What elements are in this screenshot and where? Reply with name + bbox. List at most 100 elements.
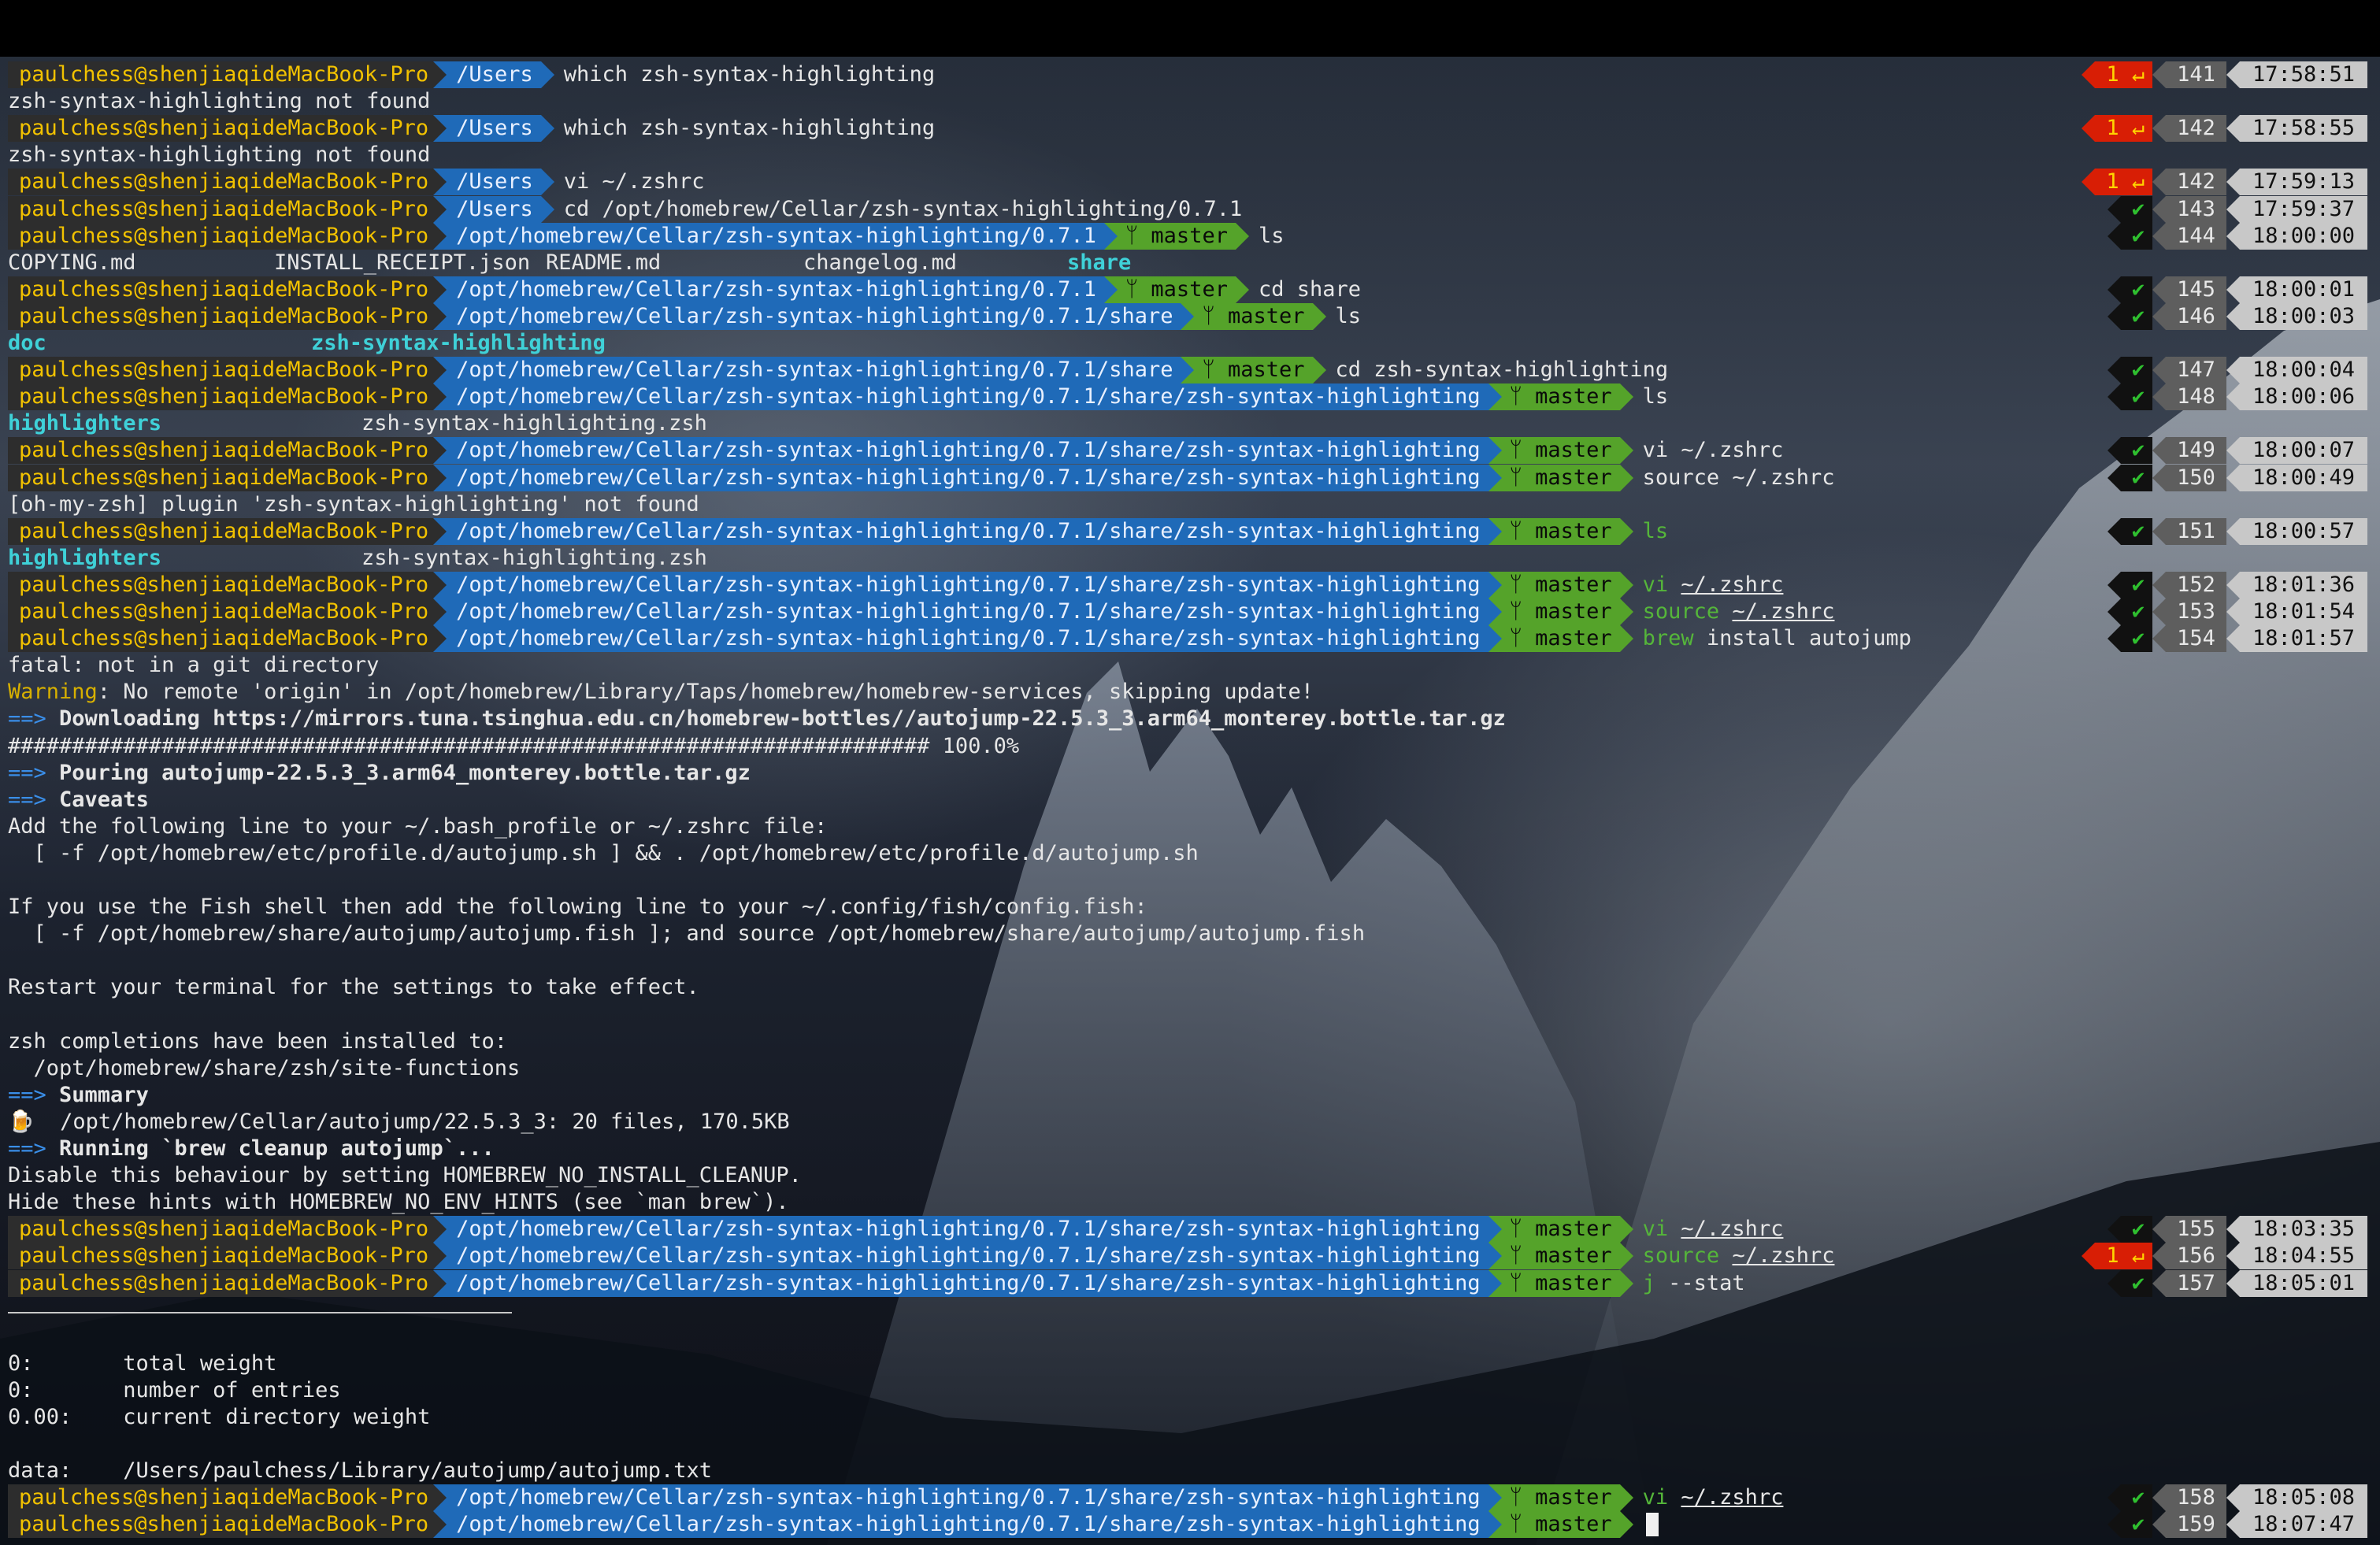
branch-icon: ᛘ [1125, 223, 1139, 248]
branch-name: master [1151, 276, 1228, 302]
output-line: doc zsh-syntax-highlighting [8, 330, 1583, 357]
right-prompt: 1 ↵ 142 17:58:55 [2082, 115, 2367, 143]
check-icon: ✔ [2120, 437, 2153, 465]
output-part: ==> [8, 706, 46, 732]
timestamp: 18:01:36 [2239, 571, 2367, 598]
segment-arrow [1488, 464, 1502, 491]
branch-icon: ᛘ [1509, 465, 1522, 490]
segment-arrow [1488, 1511, 1502, 1539]
history-number: 155 [2166, 1216, 2226, 1243]
prompt-user: paulchess@shenjiaqideMacBook-Pro [8, 169, 434, 196]
command-part: vi [1642, 1485, 1669, 1510]
segment-arrow [433, 598, 447, 625]
prompt-line: paulchess@shenjiaqideMacBook-Pro/opt/hom… [8, 598, 1834, 625]
exit-status-error: 1 ↵ [2095, 115, 2153, 143]
command-part [1719, 1243, 1732, 1268]
command-part: cd /opt/homebrew/Cellar/zsh-syntax-highl… [563, 196, 1243, 221]
command-text: j --stat [1633, 1270, 1745, 1297]
git-branch: ᛘ master [1501, 437, 1620, 465]
command-text: vi ~/.zshrc [1633, 1484, 1784, 1511]
command-part: ~/.zshrc [1732, 599, 1835, 624]
command-text: brew install autojump [1633, 625, 1911, 652]
segment-arrow [1488, 517, 1502, 545]
prompt-user: paulchess@shenjiaqideMacBook-Pro [8, 222, 434, 250]
segment-arrow [1488, 1484, 1502, 1512]
terminal-window[interactable]: paulchess@shenjiaqideMacBook-Pro/Users wh… [0, 0, 2380, 1545]
timestamp: 18:00:49 [2239, 464, 2367, 491]
right-prompt: ✔ 147 18:00:04 [2107, 357, 2367, 384]
segment-arrow [1488, 437, 1502, 465]
segment-arrow [433, 1269, 447, 1297]
segment-arrow [1312, 357, 1326, 384]
timestamp: 18:00:01 [2239, 276, 2367, 303]
timestamp: 18:00:07 [2239, 437, 2367, 465]
output-line: ==> Running `brew cleanup autojump`... [8, 1136, 495, 1162]
segment-arrow [2107, 1216, 2121, 1243]
history-number: 157 [2166, 1269, 2226, 1297]
ls-file: INSTALL_RECEIPT.json [274, 250, 531, 275]
git-branch: ᛘ master [1501, 1216, 1620, 1243]
command-part: brew [1642, 626, 1694, 651]
segment-arrow [2226, 1243, 2240, 1270]
right-prompt: ✔ 148 18:00:06 [2107, 383, 2367, 411]
segment-arrow [433, 169, 447, 196]
ls-directory: zsh-syntax-highlighting [311, 331, 606, 355]
segment-arrow [2226, 598, 2240, 625]
prompt-user: paulchess@shenjiaqideMacBook-Pro [8, 1216, 434, 1243]
command-text: vi ~/.zshrc [1633, 437, 1784, 464]
prompt-path: /opt/homebrew/Cellar/zsh-syntax-highligh… [447, 1216, 1488, 1243]
prompt-user: paulchess@shenjiaqideMacBook-Pro [8, 1484, 434, 1512]
output-part: : No remote 'origin' in /opt/homebrew/Li… [97, 680, 1314, 705]
command-part: ~/.zshrc [1732, 1243, 1835, 1269]
output-line: If you use the Fish shell then add the f… [8, 895, 1147, 920]
branch-icon: ᛘ [1202, 358, 1215, 383]
git-branch: ᛘ master [1501, 1269, 1620, 1297]
segment-arrow [1488, 1243, 1502, 1270]
prompt-line: paulchess@shenjiaqideMacBook-Pro/opt/hom… [8, 1511, 1643, 1539]
git-branch: ᛘ master [1117, 276, 1236, 303]
segment-arrow [2226, 437, 2240, 465]
timestamp: 18:01:57 [2239, 625, 2367, 653]
segment-arrow [1619, 598, 1633, 625]
check-icon: ✔ [2120, 464, 2153, 491]
prompt-line: paulchess@shenjiaqideMacBook-Pro/Users vi… [8, 169, 705, 196]
command-text: cd share [1249, 276, 1361, 303]
timestamp: 17:58:55 [2239, 115, 2367, 143]
output-line: zsh-syntax-highlighting not found [8, 143, 431, 168]
prompt-line: paulchess@shenjiaqideMacBook-Pro/Users cd… [8, 195, 1243, 223]
right-prompt: 1 ↵ 141 17:58:51 [2082, 61, 2367, 88]
prompt-user: paulchess@shenjiaqideMacBook-Pro [8, 437, 434, 465]
terminal-cursor [1646, 1513, 1659, 1537]
timestamp: 17:59:13 [2239, 169, 2367, 196]
timestamp: 18:04:55 [2239, 1243, 2367, 1270]
output-line: Disable this behaviour by setting HOMEBR… [8, 1163, 802, 1188]
segment-arrow [433, 357, 447, 384]
history-number: 145 [2166, 276, 2226, 303]
ls-file: zsh-syntax-highlighting.zsh [361, 411, 707, 436]
segment-arrow [1181, 357, 1195, 384]
command-text: which zsh-syntax-highlighting [554, 61, 935, 88]
prompt-path: /Users [447, 115, 541, 143]
segment-arrow [1619, 383, 1633, 411]
prompt-path: /opt/homebrew/Cellar/zsh-syntax-highligh… [447, 1484, 1488, 1512]
command-text: cd zsh-syntax-highlighting [1326, 357, 1669, 383]
output-line: ==> Downloading https://mirrors.tuna.tsi… [8, 706, 1506, 732]
git-branch: ᛘ master [1501, 517, 1620, 545]
command-text: ls [1249, 223, 1285, 250]
timestamp: 17:58:51 [2239, 61, 2367, 88]
git-branch: ᛘ master [1501, 1484, 1620, 1512]
segment-arrow [540, 61, 554, 88]
right-prompt: ✔ 153 18:01:54 [2107, 598, 2367, 625]
branch-name: master [1535, 599, 1612, 624]
segment-arrow [1619, 1511, 1633, 1539]
prompt-line: paulchess@shenjiaqideMacBook-Pro/opt/hom… [8, 1269, 1745, 1297]
prompt-line: paulchess@shenjiaqideMacBook-Pro/opt/hom… [8, 276, 1361, 303]
branch-name: master [1535, 1512, 1612, 1537]
prompt-user: paulchess@shenjiaqideMacBook-Pro [8, 571, 434, 598]
command-part: ls [1642, 384, 1669, 409]
output-part: 🍺 [8, 1109, 35, 1134]
separator-line [8, 1312, 512, 1313]
right-prompt: ✔ 159 18:07:47 [2107, 1511, 2367, 1539]
prompt-line: paulchess@shenjiaqideMacBook-Pro/Users wh… [8, 115, 935, 143]
output-line: [ -f /opt/homebrew/share/autojump/autoju… [8, 921, 1366, 947]
